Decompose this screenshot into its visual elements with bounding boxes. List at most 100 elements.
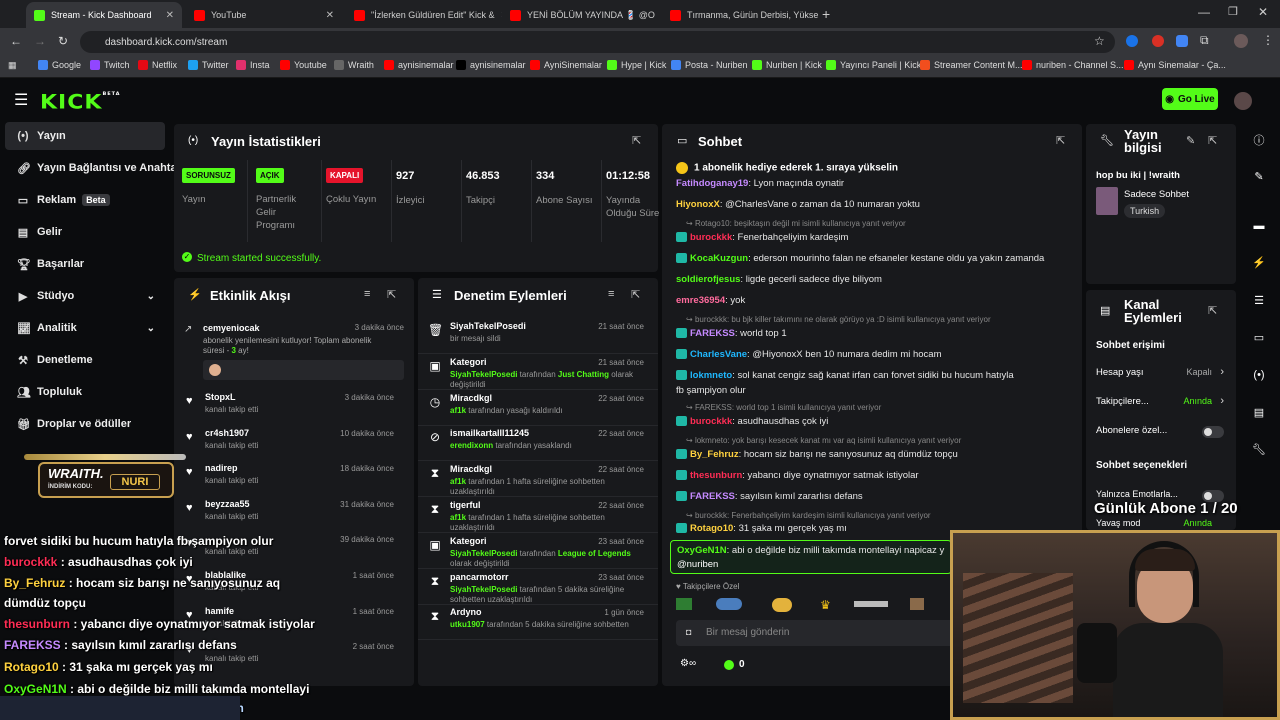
tab-youtube-4[interactable]: Tırmanma, Gürün Derbisi, Yükse✕ <box>662 2 818 28</box>
edit-icon[interactable]: ✎ <box>1248 166 1270 188</box>
moderation-target[interactable]: Miracdkgl <box>450 464 492 474</box>
go-live-button[interactable]: ◉ Go Live <box>1162 88 1218 110</box>
popout-icon[interactable]: ⇱ <box>631 288 640 301</box>
activity-user[interactable]: beyzzaa55 <box>205 499 250 509</box>
tab-youtube[interactable]: YouTube ✕ <box>186 2 342 28</box>
bookmark-item[interactable]: Nuriben | Kick <box>752 60 822 70</box>
chat-username[interactable]: lokmneto <box>690 370 732 381</box>
bookmark-item[interactable]: Insta <box>236 60 270 70</box>
emote-icon[interactable] <box>910 598 924 610</box>
chat-username[interactable]: emre36954 <box>676 295 725 306</box>
moderation-target[interactable]: Miracdkgl <box>450 393 492 403</box>
filter-icon[interactable]: ≡ <box>608 288 614 300</box>
moderation-target[interactable]: tigerful <box>450 500 481 510</box>
bookmark-item[interactable]: aynisinemalar <box>456 60 526 70</box>
moderation-target[interactable]: pancarmotorr <box>450 572 509 582</box>
moderation-target[interactable]: Kategori <box>450 536 487 546</box>
close-window-button[interactable]: ✕ <box>1258 5 1268 19</box>
chat-username[interactable]: HiyonoxX <box>676 199 720 210</box>
close-icon[interactable]: ✕ <box>494 10 502 21</box>
forward-icon[interactable]: → <box>34 34 46 48</box>
stream-tag[interactable]: Turkish <box>1124 204 1166 218</box>
chat-username[interactable]: FAREKSS <box>690 328 735 339</box>
close-icon[interactable]: ✕ <box>655 10 658 21</box>
moderation-target[interactable]: Ardyno <box>450 607 482 617</box>
tab-kick-dashboard[interactable]: Stream - Kick Dashboard ✕ <box>26 2 182 28</box>
sidebar-item[interactable]: 🎁︎ Droplar ve ödüller <box>5 410 165 438</box>
sidebar-item[interactable]: 👥︎ Topluluk <box>5 378 165 406</box>
bookmark-item[interactable]: Aynı Sinemalar - Ça... <box>1124 60 1226 70</box>
url-input[interactable]: dashboard.kick.com/stream <box>80 31 1115 53</box>
reload-icon[interactable]: ↻ <box>58 34 68 48</box>
moderator-name[interactable]: af1k <box>450 477 466 486</box>
close-icon[interactable]: ✕ <box>320 10 334 21</box>
moderation-target[interactable]: ismailkartalll11245 <box>450 428 529 438</box>
chat-username[interactable]: thesunburn <box>690 470 742 481</box>
emote-icon[interactable] <box>716 598 742 610</box>
user-avatar[interactable] <box>1234 92 1252 110</box>
chat-username[interactable]: FAREKSS <box>690 491 735 502</box>
popout-icon[interactable]: ⇱ <box>1056 134 1065 147</box>
bookmark-item[interactable]: nuriben - Channel S... <box>1022 60 1124 70</box>
puzzle-icon[interactable]: ⧉ <box>1200 33 1209 48</box>
channel-icon[interactable]: ▤ <box>1248 402 1270 424</box>
activity-user[interactable]: cr4sh1907 <box>205 428 249 438</box>
extension-icon[interactable] <box>1152 35 1164 47</box>
moderator-name[interactable]: SiyahTekelPosedi <box>450 585 517 594</box>
sidebar-item[interactable]: ▤ Gelir <box>5 218 165 246</box>
minimize-button[interactable]: — <box>1198 5 1210 19</box>
maximize-button[interactable]: ❐ <box>1228 5 1238 18</box>
broadcast-icon[interactable]: (•) <box>1248 364 1270 386</box>
shield-icon[interactable] <box>1176 35 1188 47</box>
chat-username[interactable]: burockkk <box>690 416 732 427</box>
popout-icon[interactable]: ⇱ <box>1208 134 1217 147</box>
moderator-name[interactable]: af1k <box>450 406 466 415</box>
tab-youtube-3[interactable]: YENİ BÖLÜM YAYINDA 💈 @O✕ <box>502 2 658 28</box>
stream-category[interactable]: Sadece Sohbet <box>1124 189 1189 200</box>
wrench-icon[interactable]: 🔧︎ <box>1248 439 1270 461</box>
moderator-name[interactable]: erendixonn <box>450 441 493 450</box>
chat-username[interactable]: Fatihdoganay19 <box>676 178 748 189</box>
chat-username[interactable]: Rotago10 <box>690 523 733 534</box>
chat-access-row[interactable]: Abonelere özel... <box>1096 425 1226 441</box>
sidebar-item[interactable]: (•) Yayın <box>5 122 165 150</box>
hamburger-menu-icon[interactable]: ☰ <box>14 90 28 110</box>
sidebar-item[interactable]: ▭ Reklam Beta <box>5 186 165 214</box>
chat-access-row[interactable]: Takipçilere... Anında › <box>1096 395 1226 412</box>
moderator-name[interactable]: utku1907 <box>450 620 485 629</box>
moderator-name[interactable]: af1k <box>450 513 466 522</box>
bookmark-item[interactable]: Yayıncı Paneli | Kick <box>826 60 921 70</box>
chat-access-row[interactable]: Hesap yaşı Kapalı › <box>1096 366 1226 383</box>
sidebar-item[interactable]: 🏆︎ Başarılar <box>5 250 165 278</box>
bookmark-item[interactable]: aynisinemalar <box>384 60 454 70</box>
card-icon[interactable]: ▬ <box>1248 215 1270 237</box>
crown-emote-icon[interactable]: ♛ <box>820 598 831 612</box>
sidebar-item[interactable]: 🔗︎ Yayın Bağlantısı ve Anahtar <box>5 154 181 182</box>
new-tab-button[interactable]: + <box>822 6 830 22</box>
menu-dots-icon[interactable]: ⋮ <box>1262 33 1274 47</box>
sidebar-item[interactable]: 📈︎ Analitik ⌄ <box>5 314 165 342</box>
lightning-icon[interactable]: ⚡ <box>1248 252 1270 274</box>
moderation-target[interactable]: Kategori <box>450 357 487 367</box>
bookmark-star-icon[interactable]: ☆ <box>1094 34 1105 48</box>
activity-user[interactable]: StopxL <box>205 392 236 402</box>
bookmark-item[interactable]: Netflix <box>138 60 177 70</box>
bookmark-item[interactable]: Twitch <box>90 60 130 70</box>
bookmark-item[interactable]: AyniSinemalar <box>530 60 602 70</box>
edit-icon[interactable]: ✎ <box>1186 134 1195 147</box>
close-icon[interactable]: ✕ <box>160 10 174 21</box>
back-icon[interactable]: ← <box>10 34 22 48</box>
apps-icon[interactable]: ▦ <box>8 60 17 71</box>
kick-logo[interactable]: KICKBETA <box>40 91 121 114</box>
popout-icon[interactable]: ⇱ <box>632 134 641 147</box>
sidebar-item[interactable]: ⚒ Denetleme <box>5 346 165 374</box>
activity-user[interactable]: nadirep <box>205 463 238 473</box>
bookmark-item[interactable]: Wraith <box>334 60 374 70</box>
emote-icon[interactable] <box>772 598 792 612</box>
popout-icon[interactable]: ⇱ <box>1208 304 1217 317</box>
bookmark-item[interactable]: Google <box>38 60 81 70</box>
info-icon[interactable]: ⓘ <box>1248 130 1270 152</box>
bookmark-item[interactable]: Hype | Kick <box>607 60 666 70</box>
emote-icon[interactable] <box>676 598 692 610</box>
list-icon[interactable]: ☰ <box>1248 290 1270 312</box>
